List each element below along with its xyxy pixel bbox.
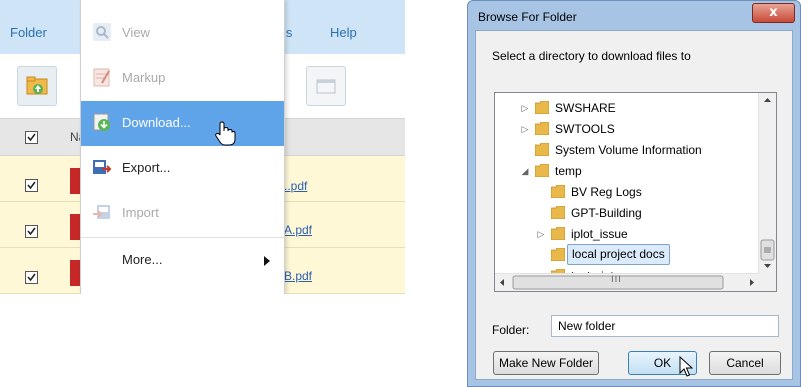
tree-item-label: GPT-Building xyxy=(571,206,642,220)
markup-icon xyxy=(93,68,110,87)
folder-up-icon xyxy=(26,76,48,95)
collapse-icon[interactable]: ◢ xyxy=(519,161,531,181)
folder-icon xyxy=(551,185,565,198)
scroll-up-icon xyxy=(764,98,771,102)
scroll-right-icon xyxy=(750,279,754,286)
make-new-folder-button[interactable]: Make New Folder xyxy=(493,351,599,375)
menu-item-more[interactable]: More... xyxy=(81,238,284,283)
folder-icon xyxy=(551,227,565,240)
tree-item-label: SWTOOLS xyxy=(555,122,615,136)
arrow-cursor-icon xyxy=(679,356,693,377)
folder-tree[interactable]: ▷ SWSHARE ▷ SWTOOLS System Volume Inform… xyxy=(494,92,777,292)
tree-item-label: iplot_issue xyxy=(571,227,628,241)
folder-icon xyxy=(535,122,549,135)
folder-icon xyxy=(551,206,565,219)
menu-folder[interactable]: Folder xyxy=(10,0,47,54)
actions-dropdown-menu: View Markup Download... Export... Import… xyxy=(80,0,285,294)
dialog-body: Select a directory to download files to … xyxy=(475,30,793,380)
menu-help[interactable]: Help xyxy=(330,0,357,54)
file-name-link[interactable]: A.pdf xyxy=(284,223,312,237)
menu-item-label: Export... xyxy=(122,160,171,175)
tree-item-label: System Volume Information xyxy=(555,143,702,157)
new-window-button[interactable] xyxy=(306,66,346,106)
row-checkbox[interactable] xyxy=(25,225,38,238)
menu-item-markup[interactable]: Markup xyxy=(81,56,284,101)
tree-item-label: SWSHARE xyxy=(555,101,616,115)
close-icon: x xyxy=(769,5,778,20)
expand-icon[interactable]: ▷ xyxy=(519,98,531,118)
menu-item-label: Import xyxy=(122,205,159,220)
scroll-left-icon xyxy=(500,279,504,286)
menu-item-export[interactable]: Export... xyxy=(81,146,284,191)
vertical-scrollbar-glyphs xyxy=(760,98,775,268)
horizontal-scrollbar-glyphs xyxy=(500,275,754,290)
menu-item-label: Markup xyxy=(122,70,166,85)
folder-open-icon xyxy=(535,164,549,177)
row-checkbox[interactable] xyxy=(25,179,38,192)
hand-cursor-icon xyxy=(215,121,236,146)
vertical-scrollbar[interactable] xyxy=(758,93,776,274)
scroll-corner xyxy=(759,274,776,291)
tree-item-label: temp xyxy=(555,164,582,178)
menu-item-label: View xyxy=(122,25,150,40)
tree-item-label: local project docs xyxy=(567,244,670,265)
expand-icon[interactable]: ▷ xyxy=(535,224,547,244)
scroll-grip-icon: III xyxy=(611,275,622,285)
menu-item-import[interactable]: Import xyxy=(81,191,284,236)
folder-icon xyxy=(551,248,565,261)
folder-up-button[interactable] xyxy=(17,66,57,106)
select-all-checkbox[interactable] xyxy=(25,131,38,144)
folder-icon xyxy=(535,143,549,156)
magnifier-icon xyxy=(93,23,111,41)
menu-item-download[interactable]: Download... xyxy=(81,101,284,146)
menu-item-label: More... xyxy=(122,252,163,267)
cancel-button[interactable]: Cancel xyxy=(709,351,781,375)
dialog-title: Browse For Folder xyxy=(478,10,577,24)
window-icon xyxy=(316,79,336,94)
download-icon xyxy=(93,113,110,131)
import-icon xyxy=(93,205,110,219)
close-button[interactable]: x xyxy=(752,3,795,23)
browse-for-folder-dialog: Browse For Folder x Select a directory t… xyxy=(467,0,801,387)
export-icon xyxy=(93,160,112,174)
folder-name-input[interactable]: New folder xyxy=(551,315,779,337)
file-name-link[interactable]: B.pdf xyxy=(284,269,312,283)
menu-item-view[interactable]: View xyxy=(81,11,284,56)
folder-label: Folder: xyxy=(492,323,530,337)
horizontal-scrollbar[interactable]: III xyxy=(495,273,759,291)
scroll-down-icon xyxy=(764,264,771,268)
dialog-prompt: Select a directory to download files to xyxy=(492,49,691,63)
file-name-link[interactable]: ..pdf xyxy=(284,179,307,193)
chevron-right-icon xyxy=(264,256,270,266)
menu-item-label: Download... xyxy=(122,115,191,130)
folder-icon xyxy=(535,101,549,114)
ok-button-label: OK xyxy=(653,356,672,370)
expand-icon[interactable]: ▷ xyxy=(519,119,531,139)
web-app-panel: Folder ls Help Na ..pdf A.pdf B.pdf View… xyxy=(0,0,405,294)
row-checkbox[interactable] xyxy=(25,271,38,284)
tree-item-label: BV Reg Logs xyxy=(571,185,642,199)
